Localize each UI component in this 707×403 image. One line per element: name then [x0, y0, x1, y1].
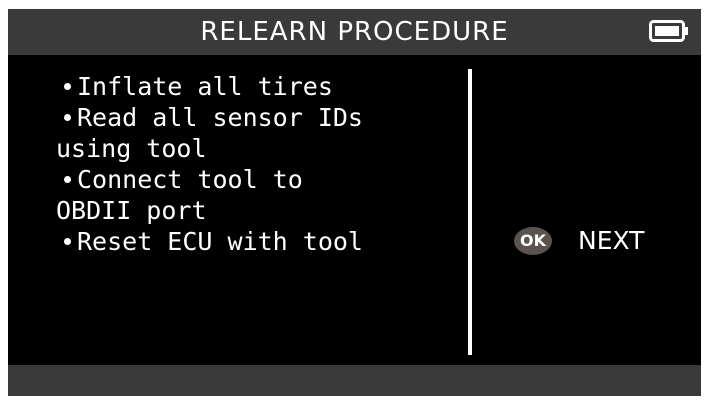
list-item: Inflate all tires: [56, 71, 456, 102]
battery-icon: [649, 20, 688, 42]
device-screen: RELEARN PROCEDURE Inflate all tires Read…: [8, 9, 701, 396]
step-text: Inflate all tires: [77, 72, 333, 101]
step-text: Connect tool to: [77, 165, 303, 194]
ok-button[interactable]: OK: [514, 227, 552, 255]
next-label: NEXT: [578, 226, 645, 255]
bullet-icon: [64, 237, 71, 245]
page-title: RELEARN PROCEDURE: [200, 17, 509, 47]
vertical-divider: [468, 69, 472, 355]
step-text: Read all sensor IDs: [77, 103, 363, 132]
list-item: Connect tool to: [56, 164, 456, 195]
list-item-continuation: using tool: [56, 133, 456, 164]
bullet-icon: [64, 82, 71, 90]
list-item: Read all sensor IDs: [56, 102, 456, 133]
instruction-list: Inflate all tires Read all sensor IDs us…: [56, 71, 456, 257]
list-item: Reset ECU with tool: [56, 226, 456, 257]
bullet-icon: [64, 175, 71, 183]
header-bar: RELEARN PROCEDURE: [8, 9, 701, 55]
footer-bar: [8, 365, 701, 396]
step-text: Reset ECU with tool: [77, 227, 363, 256]
step-text: OBDII port: [56, 196, 207, 225]
list-item-continuation: OBDII port: [56, 195, 456, 226]
bullet-icon: [64, 113, 71, 121]
step-text: using tool: [56, 134, 207, 163]
